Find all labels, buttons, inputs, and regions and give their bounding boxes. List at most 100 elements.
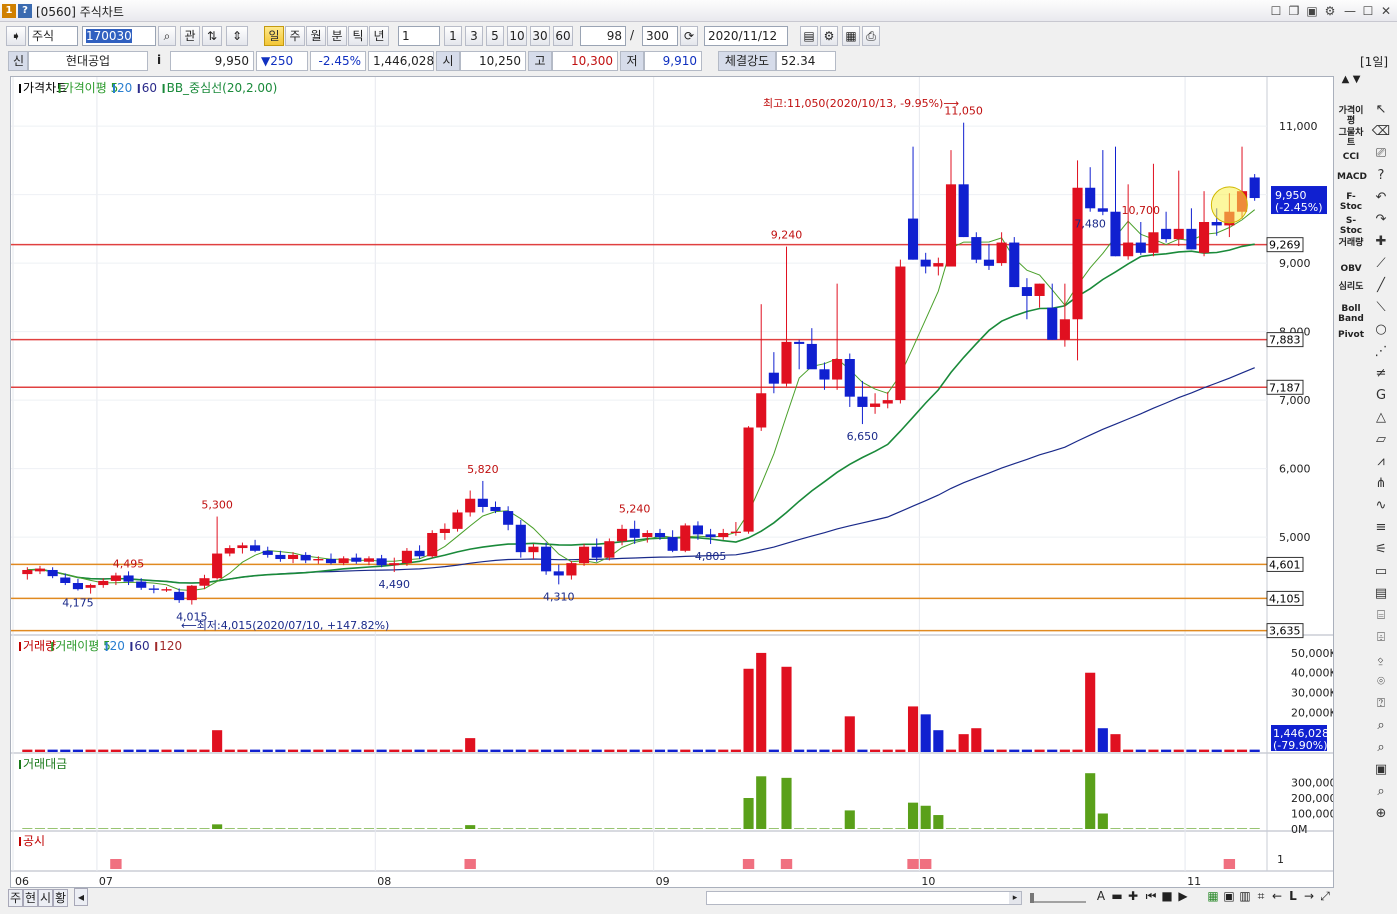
fibo-icon[interactable]: ⋰ xyxy=(1370,342,1392,362)
fan-icon[interactable]: ⩘ xyxy=(1370,452,1392,472)
undo-icon[interactable]: ↶ xyxy=(1370,188,1392,208)
scroll-left-icon[interactable]: ◂ xyxy=(74,888,88,906)
chart-settings-icon[interactable]: ⚙ xyxy=(820,26,838,46)
search-icon[interactable]: ⌕ xyxy=(1370,782,1392,802)
rect-tool-icon[interactable]: ⟍ xyxy=(1370,298,1392,318)
panel-scroll-icon[interactable]: ▲ ▼ xyxy=(1337,74,1365,86)
interval-button[interactable]: 1 xyxy=(444,26,462,46)
magnify2-icon[interactable]: ⌕ xyxy=(1370,738,1392,758)
link-icon[interactable]: ⇅ xyxy=(202,26,222,46)
save-chart-icon[interactable]: ▦ xyxy=(842,26,860,46)
interval-button[interactable]: 60 xyxy=(553,26,573,46)
wave-icon[interactable]: ∿ xyxy=(1370,496,1392,516)
indicator-button[interactable]: Boll Band xyxy=(1337,304,1365,324)
date-picker[interactable]: 2020/11/12 xyxy=(704,26,788,46)
copy-chart-icon[interactable]: ▤ xyxy=(800,26,818,46)
indicator-button[interactable]: MACD xyxy=(1337,172,1367,182)
close-icon[interactable]: ✕ xyxy=(1378,3,1394,19)
stock-name[interactable]: 현대공업 xyxy=(28,51,148,71)
zoom-out-icon[interactable]: ▬ xyxy=(1110,888,1124,906)
bottom-tab[interactable]: 주 xyxy=(8,889,23,907)
minimize-icon[interactable]: — xyxy=(1342,3,1358,19)
interval-button[interactable]: 5 xyxy=(486,26,504,46)
interval-button[interactable]: 3 xyxy=(465,26,483,46)
indicator-button[interactable]: OBV xyxy=(1337,264,1365,274)
arrow-right-icon[interactable]: → xyxy=(1302,888,1316,906)
parallel-icon[interactable]: ≡ xyxy=(1370,518,1392,538)
chart-svg[interactable]: 0607080910115,0006,0007,0008,0009,00010,… xyxy=(11,77,1333,887)
memo-icon[interactable]: ▤ xyxy=(1370,584,1392,604)
save-icon[interactable]: ▣ xyxy=(1222,888,1236,906)
save-screen-icon[interactable]: ▣ xyxy=(1304,3,1320,19)
screen-icon[interactable]: ▭ xyxy=(1370,562,1392,582)
interval-select[interactable]: 1 xyxy=(398,26,440,46)
stock-code-input[interactable]: 170030 xyxy=(82,26,156,46)
search-icon[interactable]: ⌕ xyxy=(158,26,176,46)
stop-icon[interactable]: ■ xyxy=(1160,888,1174,906)
refresh-icon[interactable]: ⟳ xyxy=(680,26,698,46)
window-number-badge[interactable]: 1 xyxy=(2,4,16,18)
settings-gear-icon[interactable]: ⚙ xyxy=(1322,3,1338,19)
info-icon[interactable]: i xyxy=(150,51,168,71)
indicator-button[interactable]: 거래량 xyxy=(1337,238,1365,248)
trend-icon[interactable]: ⟋ xyxy=(1370,254,1392,274)
indicator-button[interactable]: Pivot xyxy=(1337,330,1365,340)
pitchfork-icon[interactable]: ⋔ xyxy=(1370,474,1392,494)
chart-icon[interactable]: ⌸ xyxy=(1370,606,1392,626)
chart2-icon[interactable]: ⌹ xyxy=(1370,628,1392,648)
interval-button[interactable]: 30 xyxy=(530,26,550,46)
circle-icon[interactable]: ○ xyxy=(1370,320,1392,340)
copy-window-icon[interactable]: ❐ xyxy=(1286,3,1302,19)
ex-icon[interactable]: ⍚ xyxy=(1370,650,1392,670)
manage-button[interactable]: 관 xyxy=(180,26,200,46)
eraser-icon[interactable]: ⌫ xyxy=(1370,122,1392,142)
magnify-icon[interactable]: ⌕ xyxy=(1370,716,1392,736)
calc-icon[interactable]: ⍰ xyxy=(1370,694,1392,714)
redo-icon[interactable]: ↷ xyxy=(1370,210,1392,230)
chart-area[interactable]: 0607080910115,0006,0007,0008,0009,00010,… xyxy=(10,76,1334,888)
maximize-icon[interactable]: ☐ xyxy=(1360,3,1376,19)
line-icon[interactable]: ╱ xyxy=(1370,276,1392,296)
bottom-tab[interactable]: 황 xyxy=(53,889,68,907)
crosshair-icon[interactable]: ⌗ xyxy=(1254,888,1268,906)
scroll-right-icon[interactable]: ▸ xyxy=(1009,892,1021,904)
print-icon[interactable]: ⎙ xyxy=(862,26,880,46)
indicator-button[interactable]: F-Stoc xyxy=(1337,192,1365,212)
total-count-input[interactable]: 300 xyxy=(642,26,678,46)
help-icon[interactable]: ? xyxy=(1370,166,1392,186)
bottom-tab[interactable]: 현 xyxy=(23,889,38,907)
first-icon[interactable]: ⏮ xyxy=(1144,888,1158,906)
dock-arrow-icon[interactable]: ➧ xyxy=(6,26,26,46)
arrow-left-icon[interactable]: ← xyxy=(1270,888,1284,906)
fit-icon[interactable]: ⤢ xyxy=(1318,888,1332,906)
annotate-text-button[interactable]: A xyxy=(1094,888,1108,906)
period-tab[interactable]: 분 xyxy=(327,26,347,46)
cross-tool-icon[interactable]: ✚ xyxy=(1370,232,1392,252)
indicator-button[interactable]: 심리도 xyxy=(1337,282,1365,292)
period-tab[interactable]: 주 xyxy=(285,26,305,46)
zoom-slider[interactable] xyxy=(1028,890,1088,906)
triangle-icon[interactable]: △ xyxy=(1370,408,1392,428)
target-icon[interactable]: ⊕ xyxy=(1370,804,1392,824)
bottom-tab[interactable]: 시 xyxy=(38,889,53,907)
stepper-icon[interactable]: ⇕ xyxy=(226,26,248,46)
all-icon[interactable]: ⎚ xyxy=(1370,144,1392,164)
interval-button[interactable]: 10 xyxy=(507,26,527,46)
channel-icon[interactable]: ▱ xyxy=(1370,430,1392,450)
help-badge[interactable]: ? xyxy=(18,4,32,18)
period-tab[interactable]: 틱 xyxy=(348,26,368,46)
image-icon[interactable]: ▣ xyxy=(1370,760,1392,780)
zoom-in-icon[interactable]: ✚ xyxy=(1126,888,1140,906)
cursor-icon[interactable]: ↖ xyxy=(1370,100,1392,120)
indicator-button[interactable]: 가격이평 xyxy=(1337,106,1365,126)
horizontal-scrollbar[interactable]: ▸ xyxy=(706,891,1022,905)
gann-icon[interactable]: ≠ xyxy=(1370,364,1392,384)
indicator-button[interactable]: S-Stoc xyxy=(1337,216,1365,236)
period-tab[interactable]: 일 xyxy=(264,26,284,46)
market-select[interactable]: 주식 xyxy=(28,26,78,46)
play-icon[interactable]: ▶ xyxy=(1176,888,1190,906)
display-count-input[interactable]: 98 xyxy=(580,26,626,46)
line-tool-button[interactable]: L xyxy=(1286,888,1300,906)
window-list-icon[interactable]: ☐ xyxy=(1268,3,1284,19)
auto-icon[interactable]: ⚟ xyxy=(1370,540,1392,560)
